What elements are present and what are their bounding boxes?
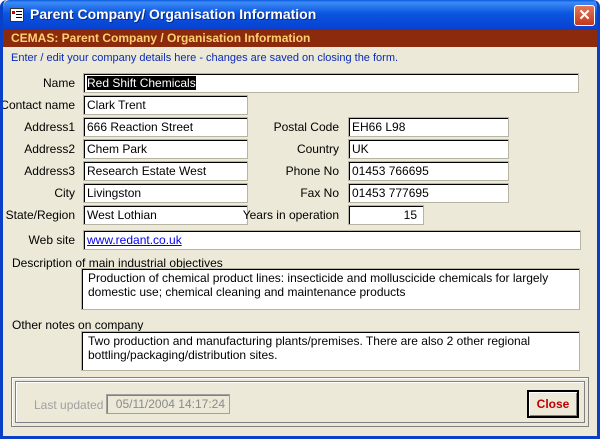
address2-label: Address2 xyxy=(24,142,75,156)
phone-no-field[interactable]: 01453 766695 xyxy=(348,161,509,181)
footer-inner-frame: Last updated 05/11/2004 14:17:24 Close xyxy=(15,381,585,423)
name-field[interactable]: Red Shift Chemicals xyxy=(83,73,579,93)
title-bar[interactable]: Parent Company/ Organisation Information… xyxy=(3,0,597,30)
close-icon[interactable]: ✕ xyxy=(574,5,595,26)
form-icon xyxy=(10,8,24,22)
last-updated-value: 05/11/2004 14:17:24 xyxy=(106,394,230,414)
country-label: Country xyxy=(296,142,339,156)
window-title: Parent Company/ Organisation Information xyxy=(30,6,317,22)
last-updated-label: Last updated xyxy=(34,398,104,412)
web-site-label: Web site xyxy=(28,233,75,247)
contact-name-label: Contact name xyxy=(0,98,75,112)
close-button[interactable]: Close xyxy=(527,390,579,418)
years-in-operation-field[interactable]: 15 xyxy=(348,205,424,225)
other-notes-label: Other notes on company xyxy=(12,318,144,332)
other-notes-field[interactable]: Two production and manufacturing plants/… xyxy=(81,331,580,371)
postal-code-label: Postal Code xyxy=(273,120,339,134)
city-field[interactable]: Livingston xyxy=(83,183,248,203)
form-window: Parent Company/ Organisation Information… xyxy=(0,0,600,439)
postal-code-field[interactable]: EH66 L98 xyxy=(348,117,509,137)
header-band: CEMAS: Parent Company / Organisation Inf… xyxy=(3,30,597,47)
address3-field[interactable]: Research Estate West xyxy=(83,161,248,181)
name-value: Red Shift Chemicals xyxy=(87,76,196,90)
state-region-label: State/Region xyxy=(5,208,75,222)
country-field[interactable]: UK xyxy=(348,139,509,159)
instructions-text: Enter / edit your company details here -… xyxy=(11,52,399,64)
web-site-link[interactable]: www.redant.co.uk xyxy=(87,233,182,247)
city-label: City xyxy=(54,186,75,200)
address2-field[interactable]: Chem Park xyxy=(83,139,248,159)
phone-no-label: Phone No xyxy=(285,164,339,178)
address1-label: Address1 xyxy=(24,120,75,134)
name-label: Name xyxy=(42,76,75,90)
footer-panel: Last updated 05/11/2004 14:17:24 Close xyxy=(11,377,589,427)
years-in-operation-label: Years in operation xyxy=(242,208,339,222)
address1-field[interactable]: 666 Reaction Street xyxy=(83,117,248,137)
address3-label: Address3 xyxy=(24,164,75,178)
fax-no-label: Fax No xyxy=(300,186,339,200)
contact-name-field[interactable]: Clark Trent xyxy=(83,95,248,115)
description-field[interactable]: Production of chemical product lines: in… xyxy=(81,268,580,310)
fax-no-field[interactable]: 01453 777695 xyxy=(348,183,509,203)
header-band-text: CEMAS: Parent Company / Organisation Inf… xyxy=(11,31,311,45)
state-region-field[interactable]: West Lothian xyxy=(83,205,248,225)
web-site-field[interactable]: www.redant.co.uk xyxy=(83,230,581,250)
